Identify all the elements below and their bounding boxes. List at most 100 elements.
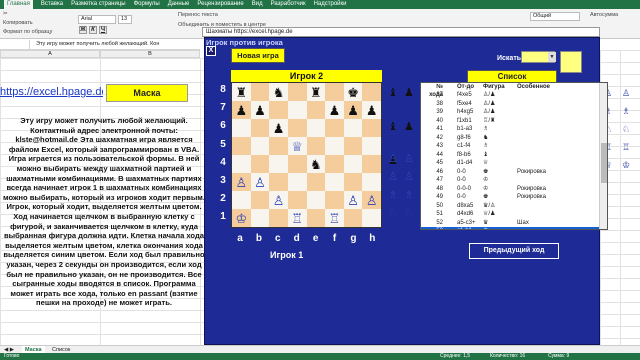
board-square[interactable] bbox=[343, 173, 363, 191]
board-square[interactable]: ♖ bbox=[287, 209, 307, 227]
ribbon-tab[interactable]: Формулы bbox=[134, 0, 160, 9]
ribbon-tab[interactable]: Рецензирование bbox=[197, 0, 243, 9]
board-square[interactable]: ♟ bbox=[343, 101, 363, 119]
search-value-box[interactable] bbox=[560, 51, 582, 73]
board-square[interactable]: ♟ bbox=[250, 101, 270, 119]
wrap-text-button[interactable]: Перенос текста bbox=[178, 12, 218, 18]
board-square[interactable] bbox=[287, 173, 307, 191]
board-square[interactable]: ♟ bbox=[269, 119, 288, 137]
move-list-row[interactable]: 53c1-b1♔ bbox=[421, 227, 607, 229]
move-list-row[interactable]: 38 f5xe4 ♙/♟ bbox=[421, 100, 607, 109]
board-square[interactable]: ♟ bbox=[362, 101, 381, 119]
font-size-select[interactable]: 13 bbox=[118, 15, 132, 24]
board-square[interactable]: ♙ bbox=[250, 173, 270, 191]
board-square[interactable] bbox=[250, 155, 270, 173]
url-link[interactable]: https://excel.hpage.de bbox=[0, 82, 103, 102]
copy-command[interactable]: Копировать bbox=[3, 20, 33, 26]
board-square[interactable] bbox=[287, 155, 307, 173]
mask-button[interactable]: Маска bbox=[106, 84, 188, 102]
move-list-row[interactable]: 46 0-0 ♚ Рокировка bbox=[421, 168, 607, 177]
cut-command[interactable]: ✂ bbox=[3, 11, 8, 17]
move-list-row[interactable]: 40 f1xb1 ♖/♜ bbox=[421, 117, 607, 126]
board-square[interactable] bbox=[306, 173, 326, 191]
move-list-row[interactable]: 47 0-0 ♔ bbox=[421, 176, 607, 185]
move-list-row[interactable]: 42 g8-f6 ♞ bbox=[421, 134, 607, 143]
formula-input[interactable]: Эту игру может получить любой желающий. … bbox=[36, 41, 159, 47]
move-list-row[interactable]: 49 0-0 ♚ Рокировка bbox=[421, 193, 607, 202]
board-square[interactable]: ♔ bbox=[232, 209, 251, 227]
ribbon-tab[interactable]: Надстройки bbox=[314, 0, 347, 9]
board-square[interactable] bbox=[343, 119, 363, 137]
new-game-button[interactable]: Новая игра bbox=[231, 48, 285, 63]
close-button[interactable]: X bbox=[206, 46, 216, 56]
board-square[interactable] bbox=[325, 119, 344, 137]
move-list-row[interactable]: 50 d8xa5 ♛/♙ bbox=[421, 202, 607, 211]
board-square[interactable] bbox=[269, 173, 288, 191]
board-square[interactable] bbox=[325, 191, 344, 209]
move-list-row[interactable]: 51 d4xd6 ♕/♟ bbox=[421, 210, 607, 219]
move-list-row[interactable]: 41 b1-a3 ♗ bbox=[421, 125, 607, 134]
board-square[interactable]: ♕ bbox=[287, 137, 307, 155]
board-square[interactable] bbox=[306, 191, 326, 209]
name-box[interactable] bbox=[0, 40, 30, 50]
board-square[interactable]: ♜ bbox=[306, 83, 326, 101]
board-square[interactable]: ♙ bbox=[362, 191, 381, 209]
font-name-select[interactable]: Arial bbox=[78, 15, 116, 24]
board-square[interactable]: ♙ bbox=[232, 173, 251, 191]
move-list-row[interactable]: 39 h4xg5 ♙/♟ bbox=[421, 108, 607, 117]
column-header-a[interactable]: A bbox=[0, 50, 100, 58]
board-square[interactable] bbox=[287, 191, 307, 209]
previous-move-button[interactable]: Предыдущий ход bbox=[469, 243, 559, 259]
board-square[interactable] bbox=[287, 119, 307, 137]
board-square[interactable] bbox=[306, 119, 326, 137]
chevron-down-icon[interactable]: ▼ bbox=[548, 52, 556, 62]
board-square[interactable] bbox=[269, 101, 288, 119]
ribbon-tab[interactable]: Данные bbox=[168, 0, 190, 9]
column-header-b[interactable]: B bbox=[100, 50, 200, 58]
move-list-row[interactable]: 37 f4xe5 ♙/♟ bbox=[421, 91, 607, 100]
board-square[interactable]: ♞ bbox=[269, 83, 288, 101]
ribbon-tab[interactable]: Разработчик bbox=[271, 0, 306, 9]
board-square[interactable] bbox=[325, 173, 344, 191]
board-square[interactable] bbox=[250, 137, 270, 155]
ribbon-tab[interactable]: Вид bbox=[252, 0, 263, 9]
board-square[interactable] bbox=[287, 101, 307, 119]
board-square[interactable] bbox=[325, 137, 344, 155]
board-square[interactable] bbox=[362, 137, 381, 155]
board-square[interactable] bbox=[362, 83, 381, 101]
move-list[interactable]: № хода От-до Фигура Особенное 37 f4xe5 ♙/♟… bbox=[420, 82, 608, 230]
formula-bar[interactable]: Эту игру может получить любой желающий. … bbox=[0, 40, 200, 50]
board-square[interactable]: ♞ bbox=[306, 155, 326, 173]
underline-button[interactable]: Ч bbox=[99, 26, 107, 34]
board-square[interactable]: ♙ bbox=[343, 191, 363, 209]
format-painter-command[interactable]: Формат по образцу bbox=[3, 29, 52, 35]
board-square[interactable] bbox=[232, 137, 251, 155]
move-list-row[interactable]: 52 a5-c3+ ♛ Шах bbox=[421, 219, 607, 228]
board-square[interactable]: ♟ bbox=[325, 101, 344, 119]
board-square[interactable] bbox=[325, 83, 344, 101]
board-square[interactable] bbox=[232, 155, 251, 173]
board-square[interactable] bbox=[269, 155, 288, 173]
board-square[interactable] bbox=[343, 155, 363, 173]
move-list-row[interactable]: 45 d1-d4 ♕ bbox=[421, 159, 607, 168]
move-list-row[interactable]: 48 0-0-0 ♔ Рокировка bbox=[421, 185, 607, 194]
italic-button[interactable]: К bbox=[89, 26, 97, 34]
ribbon-tab[interactable]: Главная bbox=[4, 0, 33, 9]
board-square[interactable] bbox=[269, 137, 288, 155]
board-square[interactable] bbox=[250, 191, 270, 209]
board-square[interactable] bbox=[306, 209, 326, 227]
bold-button[interactable]: Ж bbox=[79, 26, 87, 34]
board-square[interactable] bbox=[250, 209, 270, 227]
board-square[interactable] bbox=[362, 173, 381, 191]
board-square[interactable]: ♙ bbox=[269, 191, 288, 209]
board-square[interactable] bbox=[232, 119, 251, 137]
ribbon-tab[interactable]: Вставка bbox=[41, 0, 63, 9]
board-square[interactable] bbox=[232, 191, 251, 209]
autosum-button[interactable]: Автосумма bbox=[590, 12, 618, 18]
board-square[interactable] bbox=[325, 155, 344, 173]
board-square[interactable]: ♟ bbox=[232, 101, 251, 119]
board-square[interactable] bbox=[343, 137, 363, 155]
board-square[interactable] bbox=[250, 119, 270, 137]
board-square[interactable] bbox=[269, 209, 288, 227]
board-square[interactable] bbox=[287, 83, 307, 101]
